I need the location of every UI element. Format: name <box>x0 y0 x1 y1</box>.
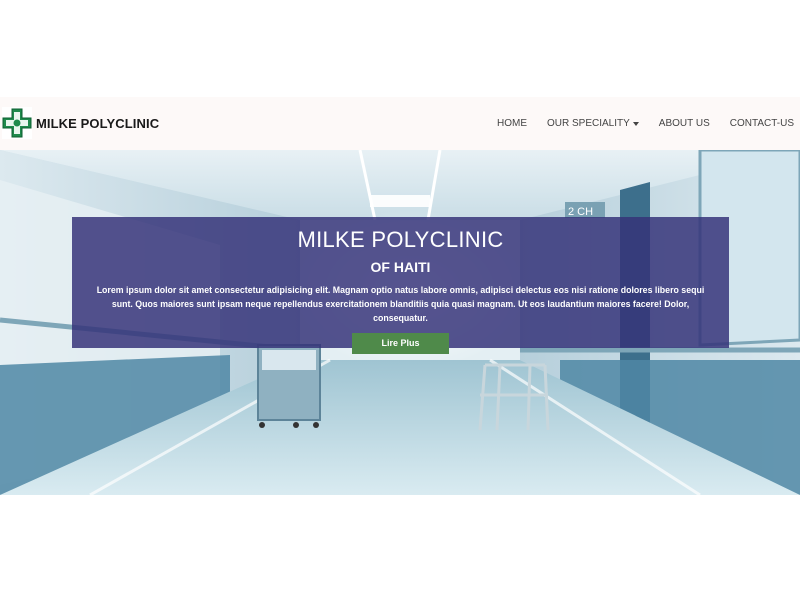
nav-contact-us[interactable]: CONTACT-US <box>730 118 794 129</box>
brand[interactable]: MILKE POLYCLINIC <box>2 106 159 140</box>
nav-home[interactable]: HOME <box>497 118 527 129</box>
clinic-cross-logo-icon <box>2 107 32 139</box>
lire-plus-button[interactable]: Lire Plus <box>352 333 449 354</box>
brand-name: MILKE POLYCLINIC <box>36 115 160 131</box>
nav-about-us[interactable]: ABOUT US <box>659 118 710 129</box>
hero-subtitle: OF HAITI <box>370 259 431 275</box>
caret-down-icon <box>632 121 639 126</box>
navbar: MILKE POLYCLINIC HOME OUR SPECIALITY ABO… <box>0 97 800 150</box>
hero-title: MILKE POLYCLINIC <box>297 227 504 252</box>
hero-description: Lorem ipsum dolor sit amet consectetur a… <box>96 285 705 323</box>
nav-speciality-label: OUR SPECIALITY <box>546 118 630 129</box>
main-nav: HOME OUR SPECIALITY ABOUT US CONTACT-US <box>477 97 794 150</box>
nav-our-speciality[interactable]: OUR SPECIALITY <box>547 118 639 129</box>
hero-overlay: MILKE POLYCLINIC OF HAITI Lorem ipsum do… <box>72 217 729 354</box>
